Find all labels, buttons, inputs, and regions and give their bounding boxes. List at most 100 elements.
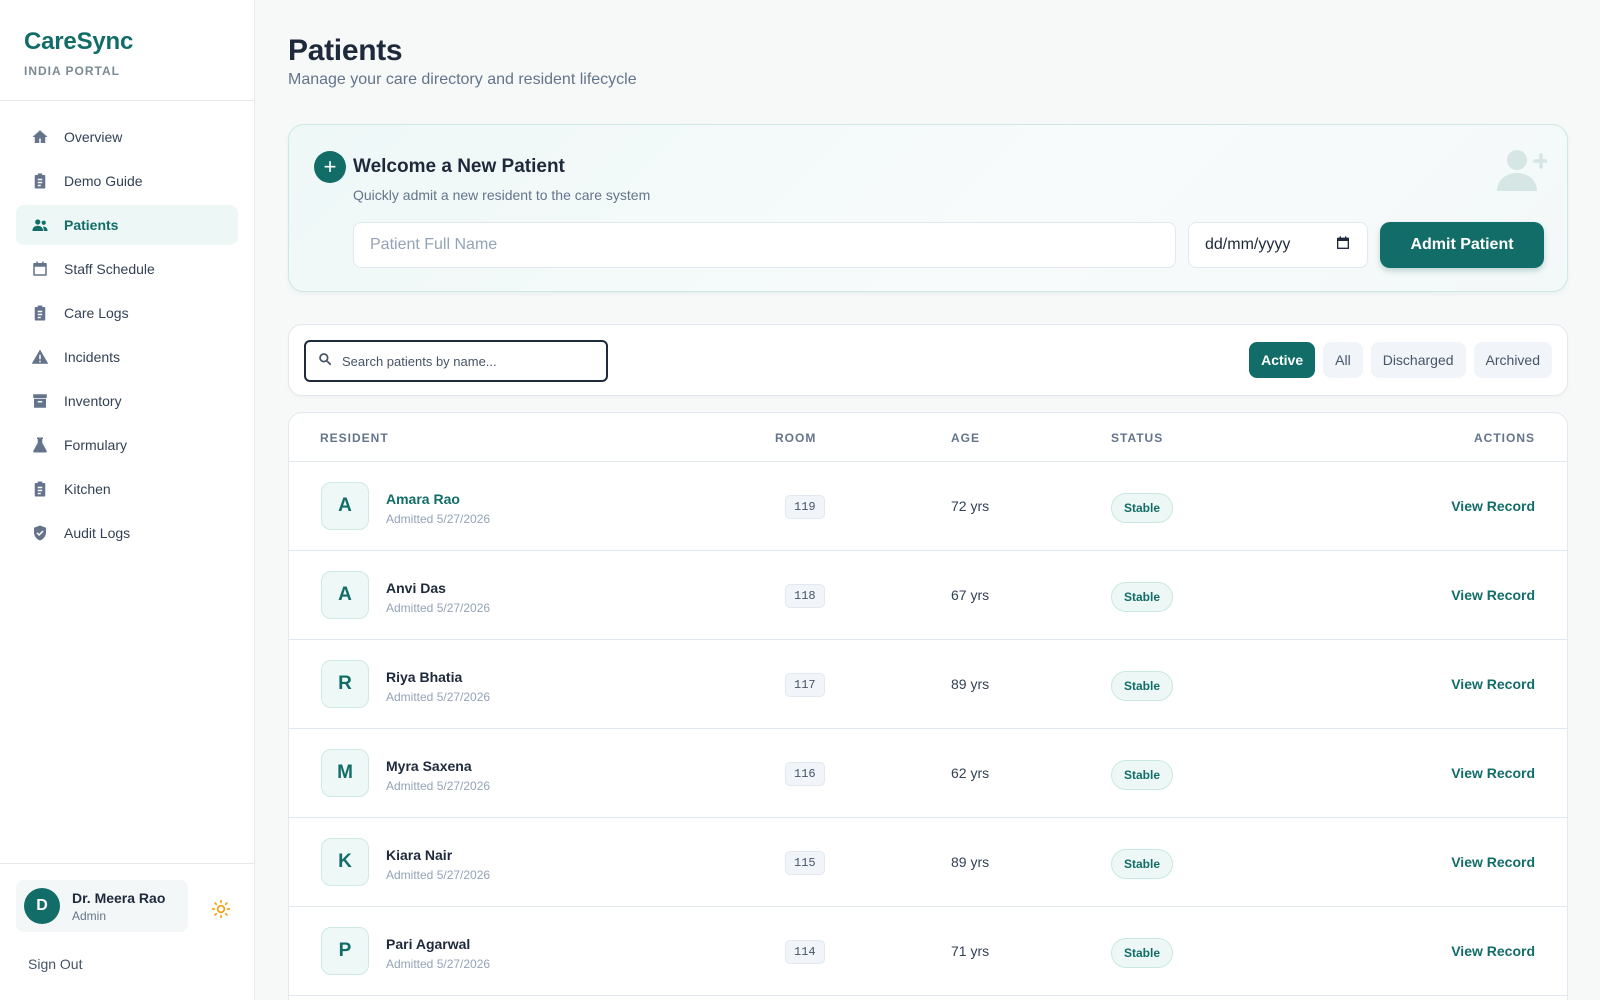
resident-avatar: M <box>321 749 369 797</box>
sidebar-item-inventory[interactable]: Inventory <box>16 381 238 421</box>
room-badge: 117 <box>785 673 825 697</box>
resident-name[interactable]: Myra Saxena <box>386 758 472 774</box>
sidebar-item-care-logs[interactable]: Care Logs <box>16 293 238 333</box>
status-badge: Stable <box>1111 493 1174 523</box>
sidebar-item-staff-schedule[interactable]: Staff Schedule <box>16 249 238 289</box>
sign-out-link[interactable]: Sign Out <box>28 956 82 972</box>
resident-name[interactable]: Pari Agarwal <box>386 936 470 952</box>
flask-icon <box>30 435 50 455</box>
resident-name[interactable]: Riya Bhatia <box>386 669 462 685</box>
resident-name[interactable]: Kiara Nair <box>386 847 452 863</box>
sidebar-item-label: Staff Schedule <box>64 261 155 277</box>
resident-name[interactable]: Amara Rao <box>386 491 460 507</box>
sidebar-item-kitchen[interactable]: Kitchen <box>16 469 238 509</box>
column-header-status: STATUS <box>1111 431 1164 445</box>
resident-avatar: K <box>321 838 369 886</box>
resident-avatar: P <box>321 927 369 975</box>
admit-patient-card: + Welcome a New Patient Quickly admit a … <box>288 124 1568 292</box>
admitted-date: Admitted 5/27/2026 <box>386 957 491 971</box>
brand-subtitle: INDIA PORTAL <box>24 64 120 78</box>
admitted-date: Admitted 5/27/2026 <box>386 512 491 526</box>
search-input[interactable] <box>342 353 592 369</box>
patient-name-input[interactable] <box>353 222 1176 268</box>
resident-name[interactable]: Anvi Das <box>386 580 446 596</box>
column-header-resident: RESIDENT <box>320 431 389 445</box>
status-badge: Stable <box>1111 671 1174 701</box>
sidebar-item-demo-guide[interactable]: Demo Guide <box>16 161 238 201</box>
filter-bar: Active All Discharged Archived <box>288 324 1568 396</box>
view-record-link[interactable]: View Record <box>1451 765 1535 781</box>
table-row: P Pari Agarwal Admitted 5/27/2026 114 71… <box>289 907 1567 996</box>
shield-icon <box>30 523 50 543</box>
status-filter-tabs: Active All Discharged Archived <box>1249 342 1552 378</box>
sidebar-item-label: Patients <box>64 217 119 233</box>
admitted-date: Admitted 5/27/2026 <box>386 690 491 704</box>
admitted-date: Admitted 5/27/2026 <box>386 601 491 615</box>
table-row: M Myra Saxena Admitted 5/27/2026 116 62 … <box>289 729 1567 818</box>
brand-name[interactable]: CareSync <box>24 28 230 56</box>
users-icon <box>30 215 50 235</box>
view-record-link[interactable]: View Record <box>1451 498 1535 514</box>
table-row: K Kiara Nair Admitted 5/27/2026 115 89 y… <box>289 818 1567 907</box>
brand: CareSync INDIA PORTAL <box>0 0 254 101</box>
admitted-date: Admitted 5/27/2026 <box>386 779 491 793</box>
filter-tab-discharged[interactable]: Discharged <box>1370 342 1466 378</box>
room-badge: 118 <box>785 584 825 608</box>
status-badge: Stable <box>1111 938 1174 968</box>
sidebar-item-audit-logs[interactable]: Audit Logs <box>16 513 238 553</box>
resident-age: 72 yrs <box>951 498 990 514</box>
resident-avatar: R <box>321 660 369 708</box>
sidebar: CareSync INDIA PORTAL Overview Demo Guid… <box>0 0 255 1000</box>
filter-tab-all[interactable]: All <box>1323 342 1363 378</box>
sidebar-item-overview[interactable]: Overview <box>16 117 238 157</box>
sun-icon[interactable] <box>209 897 233 921</box>
sidebar-item-patients[interactable]: Patients <box>16 205 238 245</box>
admit-patient-button[interactable]: Admit Patient <box>1380 222 1544 268</box>
resident-age: 89 yrs <box>951 676 990 692</box>
view-record-link[interactable]: View Record <box>1451 854 1535 870</box>
add-user-icon <box>1497 150 1547 191</box>
calendar-icon[interactable] <box>1335 235 1351 256</box>
room-badge: 119 <box>785 495 825 519</box>
filter-tab-archived[interactable]: Archived <box>1473 342 1552 378</box>
admit-subtitle: Quickly admit a new resident to the care… <box>353 187 651 203</box>
home-icon <box>30 127 50 147</box>
admission-date-input[interactable]: dd/mm/yyyy <box>1188 222 1368 268</box>
column-header-room: ROOM <box>775 431 817 445</box>
resident-age: 71 yrs <box>951 943 990 959</box>
archive-icon <box>30 391 50 411</box>
clipboard-icon <box>30 171 50 191</box>
resident-avatar: A <box>321 571 369 619</box>
calendar-icon <box>30 259 50 279</box>
sidebar-item-label: Overview <box>64 129 123 145</box>
view-record-link[interactable]: View Record <box>1451 587 1535 603</box>
view-record-link[interactable]: View Record <box>1451 676 1535 692</box>
resident-age: 89 yrs <box>951 854 990 870</box>
clipboard-icon <box>30 303 50 323</box>
room-badge: 116 <box>785 762 825 786</box>
user-role: Admin <box>72 908 107 923</box>
status-badge: Stable <box>1111 849 1174 879</box>
plus-icon: + <box>314 151 346 183</box>
avatar: D <box>24 888 60 924</box>
page-title: Patients <box>288 34 403 67</box>
patients-table: RESIDENT ROOM AGE STATUS ACTIONS A Amara… <box>288 412 1568 1000</box>
room-badge: 114 <box>785 940 825 964</box>
sidebar-item-label: Demo Guide <box>64 173 143 189</box>
resident-age: 67 yrs <box>951 587 990 603</box>
sidebar-item-label: Inventory <box>64 393 122 409</box>
filter-tab-active[interactable]: Active <box>1249 342 1316 378</box>
column-header-actions: ACTIONS <box>1474 431 1535 445</box>
user-name: Dr. Meera Rao <box>72 889 166 906</box>
room-badge: 115 <box>785 851 825 875</box>
search-box[interactable] <box>304 340 608 382</box>
search-icon <box>318 352 332 371</box>
sidebar-item-label: Audit Logs <box>64 525 131 541</box>
view-record-link[interactable]: View Record <box>1451 943 1535 959</box>
table-header: RESIDENT ROOM AGE STATUS ACTIONS <box>289 413 1567 462</box>
sidebar-item-formulary[interactable]: Formulary <box>16 425 238 465</box>
user-card[interactable]: D Dr. Meera Rao Admin <box>16 880 188 932</box>
warning-icon <box>30 347 50 367</box>
sidebar-item-incidents[interactable]: Incidents <box>16 337 238 377</box>
sidebar-item-label: Formulary <box>64 437 128 453</box>
